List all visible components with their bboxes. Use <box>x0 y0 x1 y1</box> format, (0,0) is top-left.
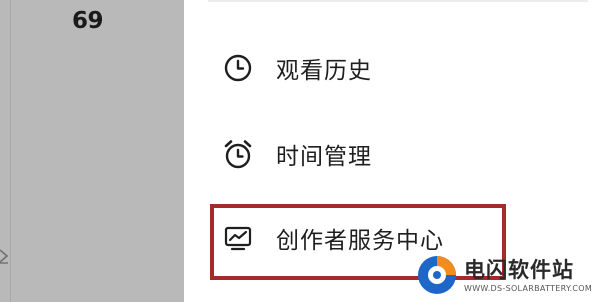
menu-item-time-management[interactable]: 时间管理 <box>222 134 372 174</box>
count-value: 69 <box>72 8 104 34</box>
watermark-brand: 电闪软件站 <box>464 258 574 282</box>
menu-item-label: 时间管理 <box>276 144 372 170</box>
watermark: 电闪软件站 WWW.DS-SOLARBATTERY.COM <box>412 248 600 302</box>
alarm-clock-icon <box>222 138 254 170</box>
menu-item-watch-history[interactable]: 观看历史 <box>222 48 372 88</box>
panel-divider <box>10 0 11 302</box>
partial-edge-icon <box>0 249 9 264</box>
menu-item-label: 观看历史 <box>276 58 372 84</box>
watermark-logo-icon <box>418 256 456 294</box>
background-panel: 69 <box>0 0 184 302</box>
watermark-url: WWW.DS-SOLARBATTERY.COM <box>464 284 593 293</box>
top-divider <box>208 0 588 2</box>
clock-icon <box>222 52 254 84</box>
